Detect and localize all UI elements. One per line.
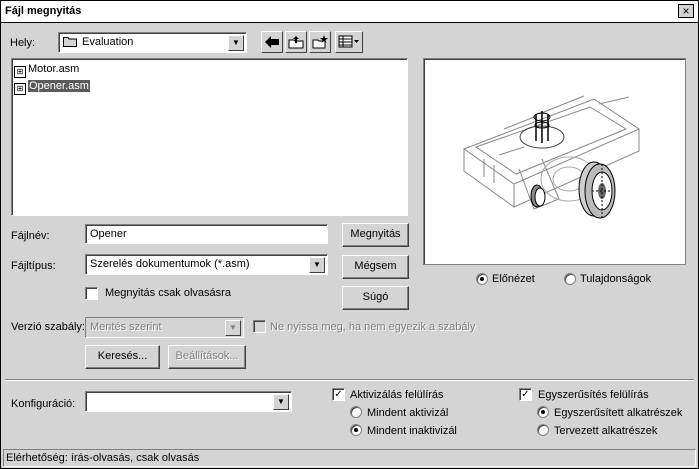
- help-button-label: Súgó: [362, 291, 389, 303]
- location-label: Hely:: [10, 37, 36, 49]
- filetype-select[interactable]: Szerelés dokumentumok (*.asm) ▼: [85, 254, 328, 275]
- file-open-dialog: Fájl megnyitás × Hely: Evaluation ▼ ⊞ Mot…: [0, 0, 699, 469]
- filename-value: Opener: [90, 228, 127, 240]
- list-item[interactable]: ⊞ Motor.asm: [14, 63, 80, 78]
- simplification-override-label: Egyszerűsítés felülírás: [538, 389, 649, 401]
- configuration-label: Konfiguráció:: [11, 398, 76, 410]
- help-button[interactable]: Súgó: [342, 286, 409, 310]
- version-rule-select[interactable]: Mentés szerint ▼: [85, 317, 244, 338]
- cancel-button[interactable]: Mégsem: [342, 255, 409, 279]
- simplified-parts-label: Egyszerűsített alkatrészek: [554, 407, 683, 419]
- location-value: Evaluation: [82, 36, 134, 48]
- cancel-button-label: Mégsem: [354, 260, 397, 272]
- title-bar[interactable]: Fájl megnyitás ×: [1, 1, 698, 23]
- list-item[interactable]: ⊞ Opener.asm: [14, 79, 91, 95]
- preview-pane: [423, 58, 686, 265]
- location-combobox[interactable]: Evaluation ▼: [58, 32, 247, 53]
- back-button[interactable]: [261, 31, 283, 53]
- filetype-label: Fájltípus:: [11, 260, 56, 272]
- activation-override-checkbox[interactable]: ✓: [332, 388, 345, 401]
- close-button[interactable]: ×: [678, 4, 694, 18]
- readonly-checkbox-label: Megnyitás csak olvasásra: [105, 287, 231, 299]
- settings-button-label: Beállítások...: [175, 350, 239, 362]
- activation-override-label: Aktivizálás felülírás: [350, 389, 444, 401]
- folder-icon: [63, 36, 77, 47]
- properties-radio[interactable]: [564, 273, 576, 285]
- simplified-parts-radio[interactable]: [537, 406, 549, 418]
- assembly-file-icon: ⊞: [14, 66, 26, 78]
- activate-all-radio[interactable]: [350, 406, 362, 418]
- chevron-down-icon[interactable]: ▼: [273, 394, 289, 410]
- activate-all-label: Mindent aktivizál: [367, 407, 449, 419]
- designed-parts-label: Tervezett alkatrészek: [554, 425, 658, 437]
- status-text: Elérhetőség: írás-olvasás, csak olvasás: [6, 452, 200, 464]
- assembly-file-icon: ⊞: [14, 83, 26, 95]
- section-divider: [5, 379, 694, 381]
- chevron-down-icon[interactable]: ▼: [309, 257, 325, 273]
- search-button-label: Keresés...: [97, 350, 148, 362]
- version-rule-value: Mentés szerint: [90, 321, 162, 333]
- deactivate-all-radio[interactable]: [350, 424, 362, 436]
- up-folder-icon: [288, 36, 304, 49]
- window-title: Fájl megnyitás: [5, 5, 82, 17]
- open-button[interactable]: Megnyitás: [342, 223, 409, 247]
- open-button-label: Megnyitás: [350, 228, 401, 240]
- close-icon: ×: [682, 4, 690, 18]
- filename-label: Fájlnév:: [11, 230, 50, 242]
- designed-parts-radio[interactable]: [537, 424, 549, 436]
- assembly-preview-image: [462, 95, 641, 219]
- preview-radio-label: Előnézet: [492, 273, 535, 285]
- status-bar: Elérhetőség: írás-olvasás, csak olvasás: [3, 449, 696, 467]
- new-folder-button[interactable]: [309, 31, 331, 53]
- properties-radio-label: Tulajdonságok: [580, 273, 652, 285]
- filetype-value: Szerelés dokumentumok (*.asm): [90, 258, 250, 270]
- up-folder-button[interactable]: [285, 31, 307, 53]
- rule-mismatch-label: Ne nyissa meg, ha nem egyezik a szabály: [270, 321, 476, 333]
- file-name: Opener.asm: [27, 79, 91, 93]
- rule-mismatch-checkbox[interactable]: [253, 320, 266, 333]
- back-arrow-icon: [265, 36, 279, 48]
- filename-input[interactable]: Opener: [85, 224, 328, 244]
- chevron-down-icon[interactable]: ▼: [225, 320, 241, 336]
- view-menu-icon: [338, 35, 359, 48]
- settings-button[interactable]: Beállítások...: [168, 345, 246, 369]
- version-rule-label: Verzió szabály:: [11, 321, 85, 333]
- configuration-select[interactable]: ▼: [85, 391, 292, 412]
- chevron-down-icon[interactable]: ▼: [228, 35, 244, 51]
- simplification-override-checkbox[interactable]: ✓: [519, 388, 532, 401]
- search-button[interactable]: Keresés...: [85, 345, 160, 369]
- deactivate-all-label: Mindent inaktivizál: [367, 425, 457, 437]
- view-menu-button[interactable]: [335, 31, 363, 53]
- new-folder-icon: [312, 35, 328, 49]
- file-list[interactable]: ⊞ Motor.asm ⊞ Opener.asm: [11, 58, 408, 216]
- readonly-checkbox[interactable]: [85, 287, 98, 300]
- preview-radio[interactable]: [476, 273, 488, 285]
- file-name: Motor.asm: [28, 63, 80, 75]
